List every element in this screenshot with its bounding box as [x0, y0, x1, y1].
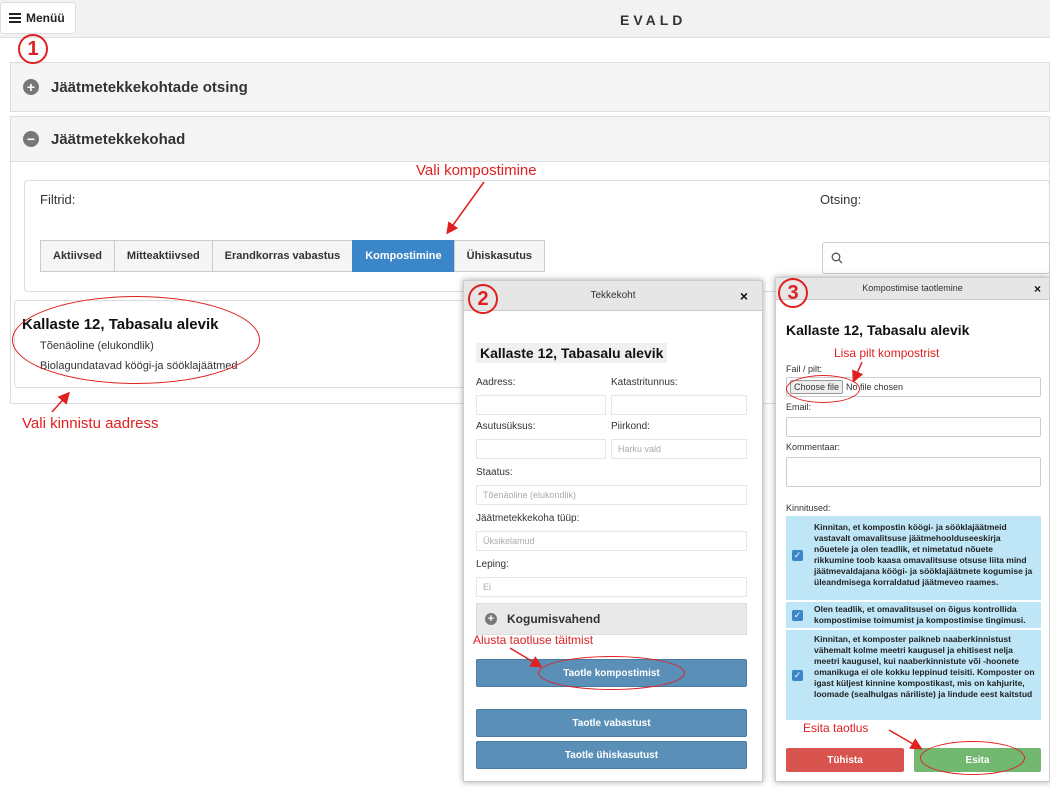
annotation-esita: Esita taotlus: [803, 721, 869, 735]
tekkekoht-modal: Tekkekoht × Kallaste 12, Tabasalu alevik…: [463, 280, 763, 782]
tekkekoht-address: Kallaste 12, Tabasalu alevik: [476, 343, 668, 363]
asutusuksus-field: [476, 439, 606, 459]
checkbox-checked-icon[interactable]: ✓: [792, 550, 803, 561]
confirmation-1-text: Kinnitan, et kompostin köögi- ja sööklaj…: [814, 522, 1033, 587]
confirmation-3: ✓ Kinnitan, et komposter paikneb naaberk…: [786, 630, 1041, 720]
checkbox-checked-icon[interactable]: ✓: [792, 610, 803, 621]
filter-aktiivsed-button[interactable]: Aktiivsed: [40, 240, 115, 272]
filters-box: [24, 180, 1050, 292]
taotle-uhiskasutust-button[interactable]: Taotle ühiskasutust: [476, 741, 747, 769]
hamburger-icon: [9, 11, 21, 25]
confirmations-label: Kinnitused:: [786, 503, 831, 513]
comment-label: Kommentaar:: [786, 442, 841, 452]
filter-mitteaktiivsed-button[interactable]: Mitteaktiivsed: [113, 240, 213, 272]
annotation-ellipse-esita: [920, 741, 1025, 775]
aadress-field: [476, 395, 606, 415]
step-3-marker: 3: [778, 278, 808, 308]
list-panel-title: Jäätmetekkekohad: [51, 130, 186, 148]
katastritunnus-field: [611, 395, 747, 415]
kogumisvahend-toggle[interactable]: + Kogumisvahend: [476, 603, 747, 635]
taotle-vabastust-button[interactable]: Taotle vabastust: [476, 709, 747, 737]
close-icon[interactable]: ×: [1034, 282, 1041, 296]
tekkekoht-modal-title: Tekkekoht: [590, 290, 636, 301]
menu-label: Menüü: [26, 11, 65, 25]
menu-button[interactable]: Menüü: [0, 2, 76, 34]
leping-field: Ei: [476, 577, 747, 597]
filter-erandkorras-button[interactable]: Erandkorras vabastus: [211, 240, 354, 272]
filters-label: Filtrid:: [40, 192, 76, 207]
confirmation-2: ✓ Olen teadlik, et omavalitsusel on õigu…: [786, 602, 1041, 628]
plus-circle-icon: +: [23, 79, 39, 95]
minus-circle-icon: −: [23, 131, 39, 147]
email-label: Email:: [786, 402, 812, 412]
file-label: Fail / pilt:: [786, 364, 823, 374]
step-1-marker: 1: [18, 34, 48, 64]
checkbox-checked-icon[interactable]: ✓: [792, 670, 803, 681]
plus-circle-icon: +: [485, 613, 497, 625]
kompost-address: Kallaste 12, Tabasalu alevik: [786, 322, 970, 338]
annotation-lisa-pilt: Lisa pilt kompostrist: [834, 346, 940, 360]
top-bar: Menüü EVALD: [0, 0, 1050, 38]
search-panel-title: Jäätmetekkekohtade otsing: [51, 78, 248, 96]
annotation-alusta: Alusta taotluse täitmist: [473, 633, 594, 647]
asutusuksus-label: Asutusüksus:: [476, 421, 536, 432]
filter-kompostimine-button[interactable]: Kompostimine: [352, 240, 455, 272]
annotation-ellipse-address: [12, 296, 260, 384]
kompostimise-modal-header: Kompostimise taotlemine ×: [776, 278, 1049, 300]
annotation-vali-kompostimine: Vali kompostimine: [416, 162, 537, 179]
tyyp-field: Üksikelamud: [476, 531, 747, 551]
close-icon[interactable]: ×: [740, 288, 748, 304]
piirkond-field: Harku vald: [611, 439, 747, 459]
tyyp-label: Jäätmetekkekoha tüüp:: [476, 513, 580, 524]
confirmation-1: ✓ Kinnitan, et kompostin köögi- ja söökl…: [786, 516, 1041, 600]
search-label: Otsing:: [820, 192, 862, 207]
aadress-label: Aadress:: [476, 377, 516, 388]
tekkekoht-modal-header: Tekkekoht ×: [464, 281, 762, 311]
cancel-button[interactable]: Tühista: [786, 748, 904, 772]
step-2-marker: 2: [468, 284, 498, 314]
search-panel-header[interactable]: + Jäätmetekkekohtade otsing: [10, 62, 1050, 112]
confirmation-2-text: Olen teadlik, et omavalitsusel on õigus …: [814, 604, 1026, 625]
list-panel-header[interactable]: − Jäätmetekkekohad: [10, 116, 1050, 162]
leping-label: Leping:: [476, 559, 509, 570]
email-field[interactable]: [786, 417, 1041, 437]
filter-button-group: Aktiivsed Mitteaktiivsed Erandkorras vab…: [40, 240, 546, 272]
confirmation-3-text: Kinnitan, et komposter paikneb naaberkin…: [814, 634, 1035, 699]
search-icon: [831, 252, 843, 264]
staatus-field: Tõenäoline (elukondlik): [476, 485, 747, 505]
katastritunnus-label: Katastritunnus:: [611, 377, 678, 388]
kogumisvahend-label: Kogumisvahend: [507, 612, 601, 626]
annotation-vali-aadress: Vali kinnistu aadress: [22, 415, 159, 432]
kompostimise-modal-title: Kompostimise taotlemine: [862, 283, 963, 293]
brand-title: EVALD: [620, 12, 687, 28]
search-input[interactable]: [822, 242, 1050, 274]
annotation-ellipse-taotle: [538, 656, 685, 690]
annotation-ellipse-file: [786, 375, 860, 403]
staatus-label: Staatus:: [476, 467, 513, 478]
piirkond-label: Piirkond:: [611, 421, 650, 432]
comment-textarea[interactable]: [786, 457, 1041, 487]
filter-uhiskasutus-button[interactable]: Ühiskasutus: [453, 240, 546, 272]
